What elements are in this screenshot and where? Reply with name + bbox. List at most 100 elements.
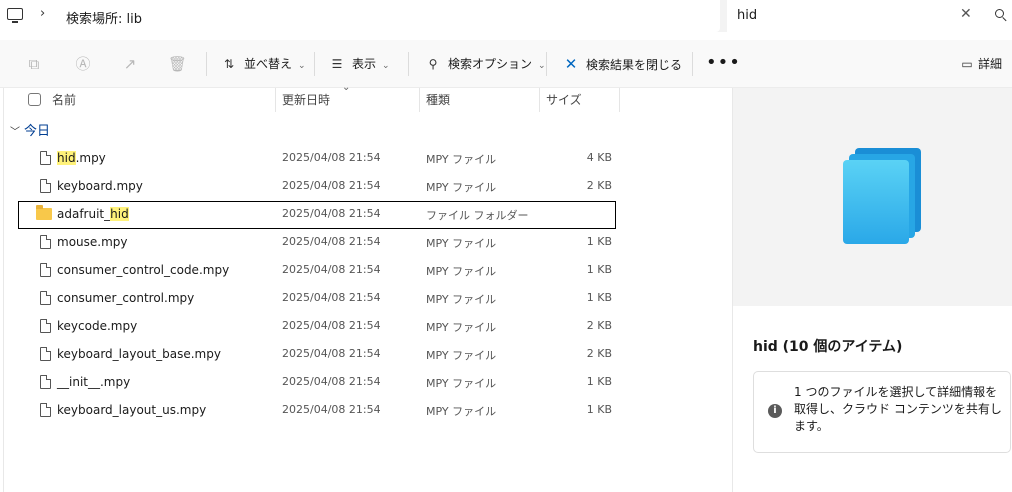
search-highlight: hid <box>57 151 76 165</box>
item-type: MPY ファイル <box>426 153 497 166</box>
group-label: 今日 <box>24 124 51 139</box>
file-row[interactable]: consumer_control_code.mpy 2025/04/08 21:5… <box>0 257 730 285</box>
file-row[interactable]: keycode.mpy 2025/04/08 21:54 MPY ファイル 2 KB <box>0 313 730 341</box>
file-row[interactable]: hid.mpy 2025/04/08 21:54 MPY ファイル 4 KB <box>0 145 730 173</box>
name-part: mouse.mpy <box>57 235 128 249</box>
search-box[interactable]: hid ✕ <box>727 0 1012 32</box>
view-button[interactable]: ☰ 表示 ⌄ <box>328 54 390 74</box>
close-search-button[interactable]: ✕ 検索結果を閉じる <box>562 54 682 74</box>
name-part: .mpy <box>75 151 106 165</box>
item-type: ファイル フォルダー <box>426 209 529 222</box>
column-header-name[interactable]: 名前 <box>52 88 76 112</box>
info-icon: i <box>768 404 782 418</box>
view-label: 表示 <box>352 57 377 71</box>
delete-icon[interactable]: 🗑 <box>168 55 187 73</box>
column-divider[interactable] <box>275 88 276 112</box>
more-icon[interactable]: ••• <box>706 54 741 72</box>
sort-button[interactable]: ⇅ 並べ替え ⌄ <box>220 54 306 74</box>
search-options-button[interactable]: ⚲ 検索オプション ⌄ <box>424 54 546 74</box>
item-date: 2025/04/08 21:54 <box>282 347 381 360</box>
chevron-down-icon: ⌄ <box>298 61 306 71</box>
divider <box>408 52 409 76</box>
file-row[interactable]: __init__.mpy 2025/04/08 21:54 MPY ファイル 1 KB <box>0 369 730 397</box>
copy-icon[interactable]: ⧉ <box>25 55 43 73</box>
share-icon[interactable]: ↗ <box>121 55 139 73</box>
file-row[interactable]: keyboard_layout_base.mpy 2025/04/08 21:54… <box>0 341 730 369</box>
command-bar: ⧉ Ⓐ ↗ 🗑 ⇅ 並べ替え ⌄ ☰ 表示 ⌄ ⚲ 検索オプション ⌄ ✕ 検索結果を閉じる … <box>0 40 1012 88</box>
item-type: MPY ファイル <box>426 181 497 194</box>
file-list: hid.mpy 2025/04/08 21:54 MPY ファイル 4 KB keybo… <box>0 145 730 425</box>
item-type: MPY ファイル <box>426 293 497 306</box>
search-options-label: 検索オプション <box>448 57 533 71</box>
item-date: 2025/04/08 21:54 <box>282 291 381 304</box>
column-divider[interactable] <box>419 88 420 112</box>
file-row[interactable]: mouse.mpy 2025/04/08 21:54 MPY ファイル 1 KB <box>0 229 730 257</box>
view-icon: ☰ <box>331 57 343 71</box>
details-pane-icon: ▭ <box>961 57 973 71</box>
item-name: adafruit_hid <box>57 207 129 221</box>
item-name: consumer_control.mpy <box>57 291 194 305</box>
file-icon <box>40 403 51 417</box>
clear-search-icon[interactable]: ✕ <box>960 6 972 22</box>
item-name: consumer_control_code.mpy <box>57 263 229 277</box>
item-name: keyboard_layout_base.mpy <box>57 347 221 361</box>
file-row[interactable]: keyboard.mpy 2025/04/08 21:54 MPY ファイル 2 KB <box>0 173 730 201</box>
item-size: 1 KB <box>586 263 612 276</box>
select-all-checkbox[interactable] <box>28 93 41 106</box>
group-header-today[interactable]: ﹀ 今日 <box>10 120 50 139</box>
item-name: keycode.mpy <box>57 319 137 333</box>
info-card: i 1 つのファイルを選択して詳細情報を取得し、クラウド コンテンツを共有します… <box>753 371 1011 453</box>
item-size: 1 KB <box>586 291 612 304</box>
chevron-down-icon: ⌄ <box>382 61 390 71</box>
details-title: hid (10 個のアイテム) <box>753 339 903 355</box>
item-date: 2025/04/08 21:54 <box>282 263 381 276</box>
item-name: __init__.mpy <box>57 375 130 389</box>
folder-row[interactable]: adafruit_hid 2025/04/08 21:54 ファイル フォルダー <box>18 201 616 229</box>
sort-icon: ⇅ <box>223 57 235 71</box>
breadcrumb-chevron-icon[interactable]: › <box>40 6 45 21</box>
item-date: 2025/04/08 21:54 <box>282 235 381 248</box>
details-label: 詳細 <box>978 57 1003 71</box>
search-icon[interactable] <box>995 9 1004 18</box>
item-size: 1 KB <box>586 375 612 388</box>
item-name: keyboard.mpy <box>57 179 143 193</box>
name-part: keyboard.mpy <box>57 179 143 193</box>
title-bar: › 検索場所: lib hid ✕ <box>0 0 1012 32</box>
file-icon <box>40 375 51 389</box>
info-text: 1 つのファイルを選択して詳細情報を取得し、クラウド コンテンツを共有します。 <box>794 385 1002 433</box>
item-size: 2 KB <box>586 179 612 192</box>
sort-caret-icon: ⌄ <box>342 82 351 93</box>
name-part: consumer_control.mpy <box>57 291 195 305</box>
rename-icon[interactable]: Ⓐ <box>74 55 92 73</box>
multiple-items-icon <box>843 160 909 244</box>
file-row[interactable]: keyboard_layout_us.mpy 2025/04/08 21:54 MP… <box>0 397 730 425</box>
item-date: 2025/04/08 21:54 <box>282 207 381 220</box>
item-size: 2 KB <box>586 347 612 360</box>
item-type: MPY ファイル <box>426 321 497 334</box>
file-row[interactable]: consumer_control.mpy 2025/04/08 21:54 MPY … <box>0 285 730 313</box>
folder-icon <box>36 205 52 220</box>
preview-area <box>733 88 1012 306</box>
this-pc-icon[interactable] <box>7 8 23 23</box>
divider <box>314 52 315 76</box>
column-divider[interactable] <box>539 88 540 112</box>
item-name: keyboard_layout_us.mpy <box>57 403 206 417</box>
column-header-type[interactable]: 種類 <box>426 88 450 112</box>
item-size: 1 KB <box>586 235 612 248</box>
details-pane-button[interactable]: ▭ 詳細 <box>958 54 1002 74</box>
item-size: 4 KB <box>586 151 612 164</box>
search-input[interactable]: hid <box>737 8 757 23</box>
file-icon <box>40 347 51 361</box>
divider <box>206 52 207 76</box>
address-bar[interactable]: › 検索場所: lib <box>0 0 720 32</box>
item-type: MPY ファイル <box>426 405 497 418</box>
column-divider[interactable] <box>619 88 620 112</box>
sort-label: 並べ替え <box>244 57 293 71</box>
breadcrumb-path[interactable]: 検索場所: lib <box>66 8 142 27</box>
item-size: 1 KB <box>586 403 612 416</box>
chevron-down-icon: ﹀ <box>10 127 20 138</box>
column-header-date[interactable]: 更新日時 <box>282 88 330 112</box>
column-header-size[interactable]: サイズ <box>546 88 582 112</box>
divider <box>546 52 547 76</box>
file-icon <box>40 235 51 249</box>
